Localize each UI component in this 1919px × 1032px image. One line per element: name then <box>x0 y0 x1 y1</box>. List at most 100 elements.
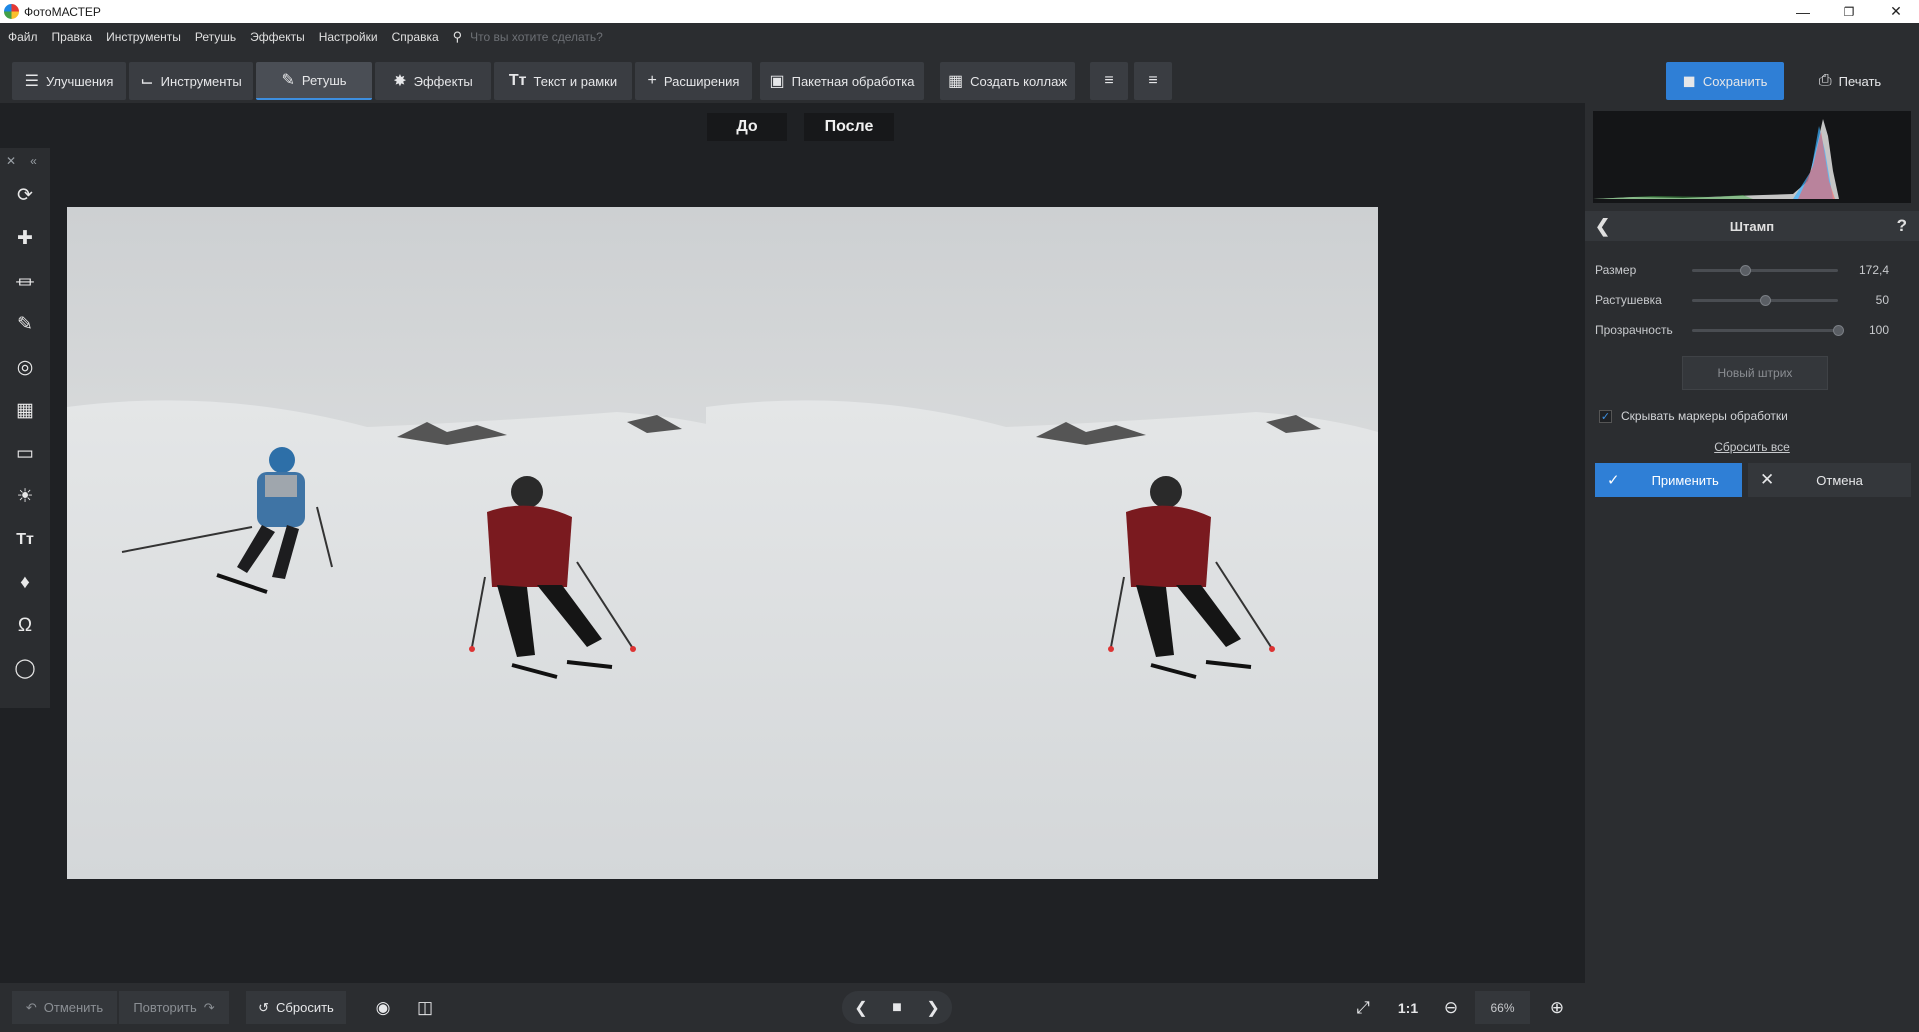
stamp-icon[interactable]: ⏛ <box>0 260 50 303</box>
tab-tools[interactable]: ⌙ Инструменты <box>129 62 253 100</box>
collage-label: Создать коллаж <box>970 73 1067 89</box>
menu-edit[interactable]: Правка <box>52 30 93 44</box>
print-label: Печать <box>1838 73 1882 89</box>
help-icon[interactable]: ? <box>1897 216 1907 236</box>
next-image-icon[interactable]: ❯ <box>926 998 939 1018</box>
cancel-button[interactable]: ✕ Отмена <box>1748 463 1911 497</box>
menu-help[interactable]: Справка <box>392 30 439 44</box>
close-window-button[interactable]: ✕ <box>1873 0 1919 23</box>
sliders-icon: ☰ <box>24 73 39 90</box>
redo-icon: ↷ <box>203 999 215 1015</box>
fill-bucket-icon[interactable]: ♦ <box>0 561 50 604</box>
magic-wand-icon: ✸ <box>393 73 407 90</box>
radial-filter-icon[interactable]: ▭ <box>0 432 50 475</box>
light-icon[interactable]: ☀ <box>0 475 50 518</box>
reset-icon: ↺ <box>258 999 270 1015</box>
tab-text-frames[interactable]: Tт Текст и рамки <box>494 62 632 100</box>
rotate-tool-icon[interactable]: ⟳ <box>0 174 50 217</box>
minimize-button[interactable]: — <box>1780 0 1826 23</box>
reset-all-link[interactable]: Сбросить все <box>1585 440 1919 454</box>
app-logo-icon <box>4 4 19 19</box>
collapse-rail-icon[interactable]: « <box>30 154 37 168</box>
menu-bar: Файл Правка Инструменты Ретушь Эффекты Н… <box>0 23 1919 51</box>
before-photo[interactable] <box>67 207 739 879</box>
tool-rail: ✕ « ⟳ ✚ ⏛ ✎ ◎ ▦ ▭ ☀ Tт ♦ Ω ◯ <box>0 148 50 708</box>
menu-settings[interactable]: Настройки <box>319 30 378 44</box>
size-slider[interactable] <box>1692 265 1838 276</box>
folder-icon[interactable]: ■ <box>892 999 902 1017</box>
menu-retouch[interactable]: Ретушь <box>195 30 236 44</box>
text-tool-icon[interactable]: Tт <box>0 518 50 561</box>
apply-button[interactable]: ✓ Применить <box>1595 463 1742 497</box>
new-stroke-button[interactable]: Новый штрих <box>1682 356 1828 390</box>
hide-markers-label: Скрывать маркеры обработки <box>1621 409 1788 423</box>
cancel-label: Отмена <box>1816 472 1863 488</box>
hide-markers-checkbox[interactable]: ✓ <box>1599 409 1612 423</box>
main-toolbar: ☰ Улучшения ⌙ Инструменты ✎ Ретушь ✸ Эфф… <box>0 51 1919 103</box>
feather-slider[interactable] <box>1692 295 1838 306</box>
batch-processing-button[interactable]: ▣ Пакетная обработка <box>760 62 924 100</box>
reset-button[interactable]: ↺ Сбросить <box>246 991 346 1024</box>
reset-label: Сбросить <box>276 1000 334 1015</box>
search-icon: ⚲ <box>452 29 463 44</box>
undo-label: Отменить <box>43 1000 104 1015</box>
text-icon: Tт <box>508 72 527 89</box>
tab-extensions[interactable]: + Расширения <box>635 62 752 100</box>
target-icon[interactable]: ◎ <box>0 346 50 389</box>
opacity-label: Прозрачность <box>1595 323 1673 337</box>
opacity-slider-thumb[interactable] <box>1833 325 1844 336</box>
tab-effects[interactable]: ✸ Эффекты <box>375 62 491 100</box>
print-button[interactable]: ⎙ Печать <box>1790 62 1910 100</box>
tab-retouch[interactable]: ✎ Ретушь <box>256 62 372 100</box>
one-to-one-button[interactable]: 1:1 <box>1390 991 1426 1024</box>
save-label: Сохранить <box>1702 73 1768 89</box>
menu-tools[interactable]: Инструменты <box>106 30 181 44</box>
opacity-slider[interactable] <box>1692 325 1844 336</box>
zoom-out-icon[interactable]: ⊖ <box>1434 991 1468 1024</box>
feather-slider-thumb[interactable] <box>1760 295 1771 306</box>
crop-icon: ⌙ <box>140 73 154 90</box>
maximize-button[interactable]: ❐ <box>1826 0 1872 23</box>
list-settings-icon: ≡ <box>1148 72 1158 89</box>
right-panel: ❮ Штамп ? Размер 172,4 Растушевка 50 Про… <box>1585 103 1919 983</box>
gradient-filter-icon[interactable]: ▦ <box>0 389 50 432</box>
compare-icon[interactable]: ◫ <box>407 991 443 1024</box>
previous-image-icon[interactable]: ❮ <box>854 998 867 1018</box>
create-collage-button[interactable]: ▦ Создать коллаж <box>940 62 1075 100</box>
tab-improvements[interactable]: ☰ Улучшения <box>12 62 126 100</box>
brush-tool-icon[interactable]: ✎ <box>0 303 50 346</box>
before-photo-scene <box>67 400 739 879</box>
undo-button[interactable]: ↶ Отменить <box>12 991 117 1024</box>
menu-file[interactable]: Файл <box>8 30 38 44</box>
save-button[interactable]: ◼ Сохранить <box>1666 62 1784 100</box>
after-photo-scene <box>706 400 1378 879</box>
opacity-slider-row: Прозрачность 100 <box>1595 320 1911 340</box>
bottom-bar: ↶ Отменить Повторить ↷ ↺ Сбросить ◉ ◫ ❮ … <box>0 983 1919 1032</box>
presets-add-button[interactable]: ≡ <box>1090 62 1128 100</box>
healing-patch-icon[interactable]: ✚ <box>0 217 50 260</box>
eye-icon[interactable]: ◉ <box>365 991 401 1024</box>
globe-icon[interactable]: ◯ <box>0 647 50 690</box>
tab-label: Эффекты <box>413 73 473 89</box>
face-icon[interactable]: Ω <box>0 604 50 647</box>
redo-label: Повторить <box>133 1000 197 1015</box>
collage-icon: ▦ <box>947 73 964 90</box>
feather-value: 50 <box>1875 293 1889 307</box>
after-photo[interactable] <box>706 207 1378 879</box>
back-arrow-icon[interactable]: ❮ <box>1595 216 1610 237</box>
presets-history-button[interactable]: ≡ <box>1134 62 1172 100</box>
zoom-in-icon[interactable]: ⊕ <box>1540 991 1574 1024</box>
tab-label: Ретушь <box>301 72 347 88</box>
search-input[interactable] <box>470 30 711 44</box>
floppy-icon: ◼ <box>1682 73 1696 90</box>
after-label: После <box>804 113 894 141</box>
opacity-value: 100 <box>1868 323 1889 337</box>
undo-icon: ↶ <box>25 999 37 1015</box>
redo-button[interactable]: Повторить ↷ <box>119 991 229 1024</box>
size-slider-thumb[interactable] <box>1739 265 1751 276</box>
app-title: ФотоМАСТЕР <box>24 5 101 19</box>
tab-label: Инструменты <box>160 73 242 89</box>
menu-effects[interactable]: Эффекты <box>250 30 305 44</box>
fit-screen-icon[interactable]: ⤢ <box>1346 991 1380 1024</box>
close-rail-icon[interactable]: ✕ <box>6 154 16 168</box>
